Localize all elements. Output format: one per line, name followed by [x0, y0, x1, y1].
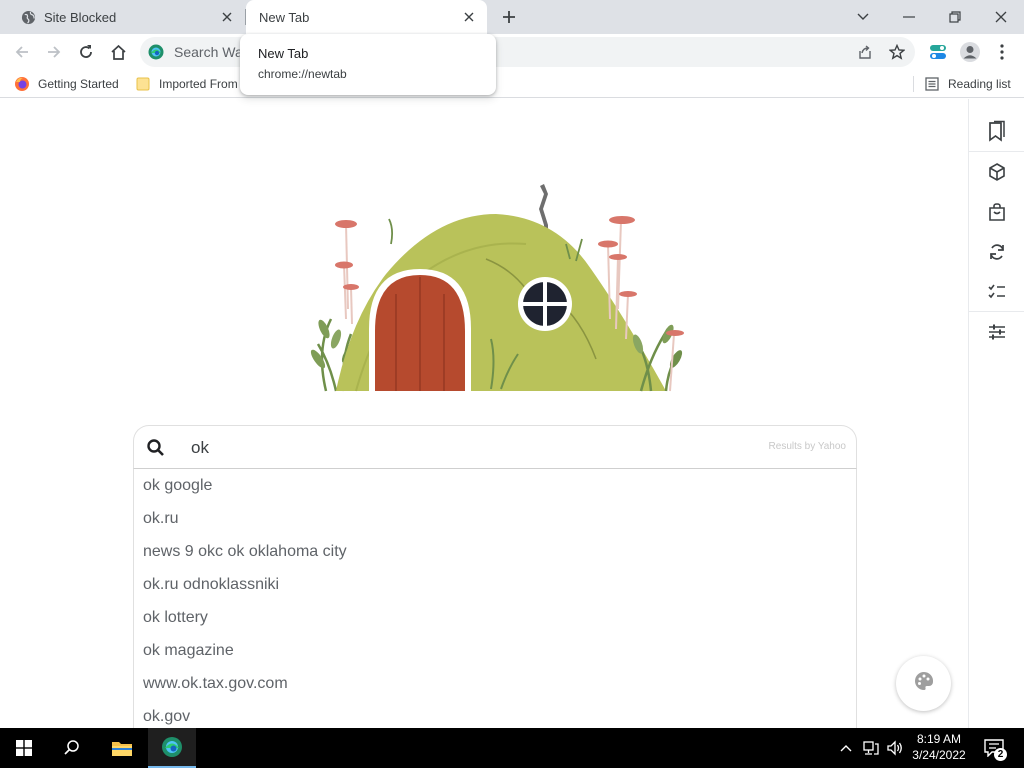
suggestion-item[interactable]: ok lottery [134, 601, 856, 634]
globe-icon [20, 9, 36, 25]
bookmarks-bar: Getting Started Imported From Reading li… [0, 70, 1024, 98]
file-explorer-button[interactable] [98, 728, 146, 768]
suggestions-dropdown: ok google ok.ru news 9 okc ok oklahoma c… [133, 468, 857, 728]
show-hidden-icons-button[interactable] [836, 728, 856, 768]
home-button[interactable] [104, 38, 132, 66]
checklist-icon[interactable] [984, 279, 1010, 305]
address-placeholder: Search Wa [174, 44, 243, 60]
customize-button[interactable] [896, 656, 951, 711]
suggestion-item[interactable]: ok magazine [134, 634, 856, 667]
bookmark-label: Imported From [159, 77, 238, 91]
sidebar-divider [969, 151, 1024, 152]
folder-icon [135, 76, 151, 92]
restore-button[interactable] [932, 0, 978, 34]
hover-card-url: chrome://newtab [258, 67, 347, 81]
sidebar-divider [969, 311, 1024, 312]
windows-logo-icon [16, 740, 32, 756]
tab-title: Site Blocked [44, 9, 117, 25]
network-icon[interactable] [860, 728, 882, 768]
back-button[interactable] [8, 38, 36, 66]
results-by-label: Results by Yahoo [768, 441, 846, 452]
forward-button[interactable] [40, 38, 68, 66]
tab-search-icon[interactable] [840, 0, 886, 34]
bookmark-getting-started[interactable]: Getting Started [14, 75, 119, 93]
suggestion-item[interactable]: news 9 okc ok oklahoma city [134, 535, 856, 568]
search-icon [64, 740, 79, 755]
clock-date: 3/24/2022 [912, 748, 966, 762]
side-panel [968, 99, 1024, 728]
new-tab-page: ok Results by Yahoo ok google ok.ru news… [0, 99, 968, 728]
palette-icon [913, 670, 935, 697]
close-tab-icon[interactable] [219, 9, 235, 25]
sliders-icon[interactable] [984, 319, 1010, 345]
reload-button[interactable] [72, 38, 100, 66]
firefox-icon [14, 76, 30, 92]
folder-icon [112, 742, 132, 756]
tab-hover-card: New Tab chrome://newtab [240, 34, 496, 95]
tab-strip: Site Blocked New Tab [0, 0, 1024, 34]
close-window-button[interactable] [978, 0, 1024, 34]
reading-list-label: Reading list [948, 77, 1011, 91]
bookmark-label: Getting Started [38, 77, 119, 91]
toolbar: Search Wa [0, 34, 1024, 70]
clock-time: 8:19 AM [916, 732, 962, 746]
start-button[interactable] [0, 728, 48, 768]
taskbar-search-button[interactable] [48, 728, 96, 768]
suggestion-item[interactable]: ok.ru odnoklassniki [134, 568, 856, 601]
close-tab-icon[interactable] [461, 9, 477, 25]
menu-kebab-icon[interactable] [988, 38, 1016, 66]
share-icon[interactable] [855, 42, 875, 62]
bookmark-icon[interactable] [984, 118, 1010, 144]
cube-icon[interactable] [984, 159, 1010, 185]
bookmarks-divider [913, 76, 914, 92]
suggestion-item[interactable]: ok.ru [134, 502, 856, 535]
hover-card-title: New Tab [258, 46, 309, 61]
extensions-icon[interactable] [924, 38, 952, 66]
suggestion-item[interactable]: www.ok.tax.gov.com [134, 667, 856, 700]
bookmark-imported-from[interactable]: Imported From [135, 75, 238, 93]
reading-list-icon [924, 76, 940, 92]
windows-taskbar: 8:19 AM 3/24/2022 [0, 728, 1024, 768]
volume-icon[interactable] [884, 728, 906, 768]
desktop: Site Blocked New Tab Search Wa Getting S… [0, 0, 1024, 768]
suggestion-item[interactable]: ok google [134, 469, 856, 502]
search-box[interactable]: ok Results by Yahoo [133, 425, 857, 469]
tab-title: New Tab [259, 9, 310, 25]
suggestion-item[interactable]: ok.gov [134, 700, 856, 728]
hobbit-house-illustration [310, 184, 684, 392]
shopping-bag-icon[interactable] [984, 199, 1010, 225]
refresh-icon[interactable] [984, 239, 1010, 265]
profile-avatar[interactable] [956, 38, 984, 66]
edge-icon [162, 737, 182, 757]
reading-list-button[interactable]: Reading list [924, 75, 1011, 93]
search-icon [146, 438, 166, 458]
notification-count-badge: 2 [994, 748, 1007, 761]
new-tab-button[interactable] [498, 6, 520, 28]
chevron-up-icon [840, 745, 852, 752]
edge-taskbar-button[interactable] [148, 728, 196, 768]
search-input-value[interactable]: ok [191, 438, 209, 458]
minimize-button[interactable] [886, 0, 932, 34]
tab-site-blocked[interactable]: Site Blocked [0, 0, 245, 34]
system-clock[interactable]: 8:19 AM 3/24/2022 [905, 731, 973, 763]
bookmark-star-icon[interactable] [887, 42, 907, 62]
tab-new-tab[interactable]: New Tab [246, 0, 487, 34]
edge-icon [148, 44, 164, 60]
